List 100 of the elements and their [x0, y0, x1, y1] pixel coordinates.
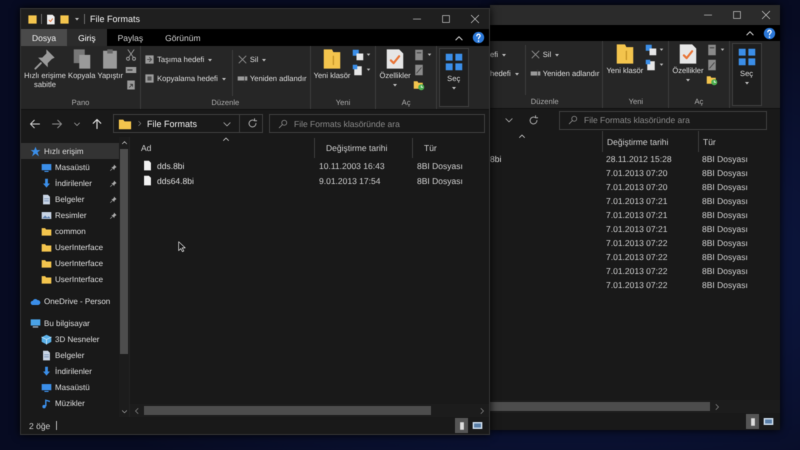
search-box[interactable]: File Formats klasöründe ara: [269, 114, 485, 133]
chevron-up-icon: [120, 139, 128, 146]
chevron-up-icon: [518, 132, 526, 140]
table-cell: 8BI Dosyası: [702, 154, 748, 164]
caret-icon: [450, 84, 458, 92]
easy-access-icon: [645, 58, 658, 70]
column-header[interactable]: Tür: [698, 131, 780, 152]
caret-icon: [391, 81, 400, 89]
ribbon-tab[interactable]: Dosya: [21, 29, 68, 46]
easy-access-icon: [352, 64, 364, 76]
ribbon-tab[interactable]: Paylaş: [106, 29, 154, 46]
details-view-button[interactable]: [455, 418, 468, 433]
rename-icon: [236, 73, 248, 84]
close-icon: [470, 14, 480, 24]
table-cell: 7.01.2013 07:21: [606, 224, 668, 234]
scrollbar-thumb[interactable]: [120, 149, 128, 354]
table-cell: 8BI Dosyası: [702, 238, 748, 248]
table-cell: 8BI Dosyası: [417, 176, 463, 186]
pin-icon: [34, 48, 56, 70]
caret-icon: [365, 66, 372, 73]
ribbon-icon-button[interactable]: [352, 48, 372, 61]
sidebar-item[interactable]: Hızlı erişim: [21, 143, 119, 159]
properties-icon: [384, 48, 406, 70]
maximize-icon: [732, 10, 742, 20]
open-icon: [706, 44, 718, 56]
table-cell: 28.11.2012 15:28: [606, 154, 672, 164]
sidebar-item[interactable]: Bu bilgisayar: [21, 315, 119, 331]
ribbon-tab[interactable]: Giriş: [67, 29, 107, 46]
sidebar-item[interactable]: Belgeler: [21, 191, 119, 207]
file-icon: [142, 160, 153, 171]
table-cell: 7.01.2013 07:22: [606, 266, 668, 276]
ribbon-icon-button[interactable]: [125, 48, 138, 61]
search-field[interactable]: File Formats klasöründe ara: [294, 118, 476, 128]
column-header[interactable]: Tür: [412, 138, 489, 158]
sidebar-item[interactable]: OneDrive - Person: [21, 293, 119, 309]
open-icon: [412, 48, 425, 60]
help-icon: [472, 31, 485, 44]
ribbon-icon-button[interactable]: [352, 63, 372, 76]
ribbon-icon-button[interactable]: [645, 58, 666, 71]
shortcut-icon: [125, 78, 138, 90]
table-cell: 9.01.2013 17:54: [319, 176, 380, 186]
copy-to-icon: [144, 73, 156, 84]
delete-icon: [530, 49, 541, 60]
chevron-left-icon: [133, 406, 141, 414]
table-cell: 8BI Dosyası: [702, 168, 748, 178]
sidebar-item[interactable]: Masaüstü: [21, 379, 119, 395]
computer-icon: [30, 318, 41, 328]
file-name[interactable]: dds.8bi: [157, 160, 184, 170]
pin-icon: [110, 180, 117, 186]
ribbon-icon-button[interactable]: [125, 78, 138, 91]
file-name[interactable]: dds64.8bi: [157, 176, 194, 186]
sidebar-item[interactable]: Masaüstü: [21, 159, 119, 175]
forward-arrow-icon: [51, 118, 63, 130]
search-box[interactable]: File Formats klasöründe ara: [559, 110, 767, 130]
caret-icon: [658, 46, 666, 53]
move-icon: [144, 54, 156, 65]
sidebar-item[interactable]: common: [21, 223, 119, 239]
table-cell: 8BI Dosyası: [702, 280, 748, 290]
table-cell: 7.01.2013 07:20: [606, 168, 668, 178]
caret-icon: [73, 15, 81, 23]
column-header[interactable]: Değiştirme tarihi: [602, 131, 698, 152]
caret-icon: [658, 61, 666, 68]
edit-icon: [706, 58, 718, 70]
table-cell: 7.01.2013 07:21: [606, 196, 668, 206]
sidebar-item[interactable]: Müzikler: [21, 395, 119, 411]
up-arrow-icon: [91, 118, 103, 130]
table-cell: 8BI Dosyası: [702, 182, 748, 192]
details-view-button[interactable]: [746, 414, 759, 429]
delete-icon: [236, 54, 248, 65]
column-header[interactable]: Ad: [130, 138, 314, 158]
sidebar-item[interactable]: UserInterface: [21, 239, 119, 255]
edit-icon: [412, 64, 425, 76]
download-icon: [41, 178, 52, 188]
scrollbar-thumb[interactable]: [144, 406, 431, 415]
ribbon-tab[interactable]: Görünüm: [154, 29, 212, 46]
table-cell: 8BI Dosyası: [702, 252, 748, 262]
breadcrumb[interactable]: File Formats: [147, 118, 198, 128]
ribbon-icon-button[interactable]: [645, 43, 666, 56]
caret-icon: [718, 46, 726, 53]
cube-icon: [41, 334, 52, 344]
rename-icon: [530, 68, 541, 79]
sidebar-item[interactable]: UserInterface: [21, 271, 119, 287]
sidebar-item[interactable]: Belgeler: [21, 347, 119, 363]
chevron-down-icon: [120, 408, 128, 415]
sidebar-item[interactable]: Resimler: [21, 207, 119, 223]
table-cell: 8BI Dosyası: [702, 224, 748, 234]
sidebar-item[interactable]: İndirilenler: [21, 363, 119, 379]
history-icon: [412, 78, 425, 90]
table-cell: 7.01.2013 07:22: [606, 252, 668, 262]
search-icon: [568, 115, 578, 125]
file-name: 8bi: [490, 154, 502, 164]
pin-icon: [110, 196, 117, 202]
address-bar[interactable]: File Formats: [113, 114, 263, 133]
sidebar-item[interactable]: 3D Nesneler: [21, 331, 119, 347]
scrollbar-thumb[interactable]: [490, 402, 710, 411]
sidebar-item[interactable]: İndirilenler: [21, 175, 119, 191]
refresh-icon: [528, 114, 539, 126]
sidebar-item[interactable]: UserInterface: [21, 255, 119, 271]
document-icon: [45, 14, 56, 24]
column-header[interactable]: Değiştirme tarihi: [314, 138, 412, 158]
